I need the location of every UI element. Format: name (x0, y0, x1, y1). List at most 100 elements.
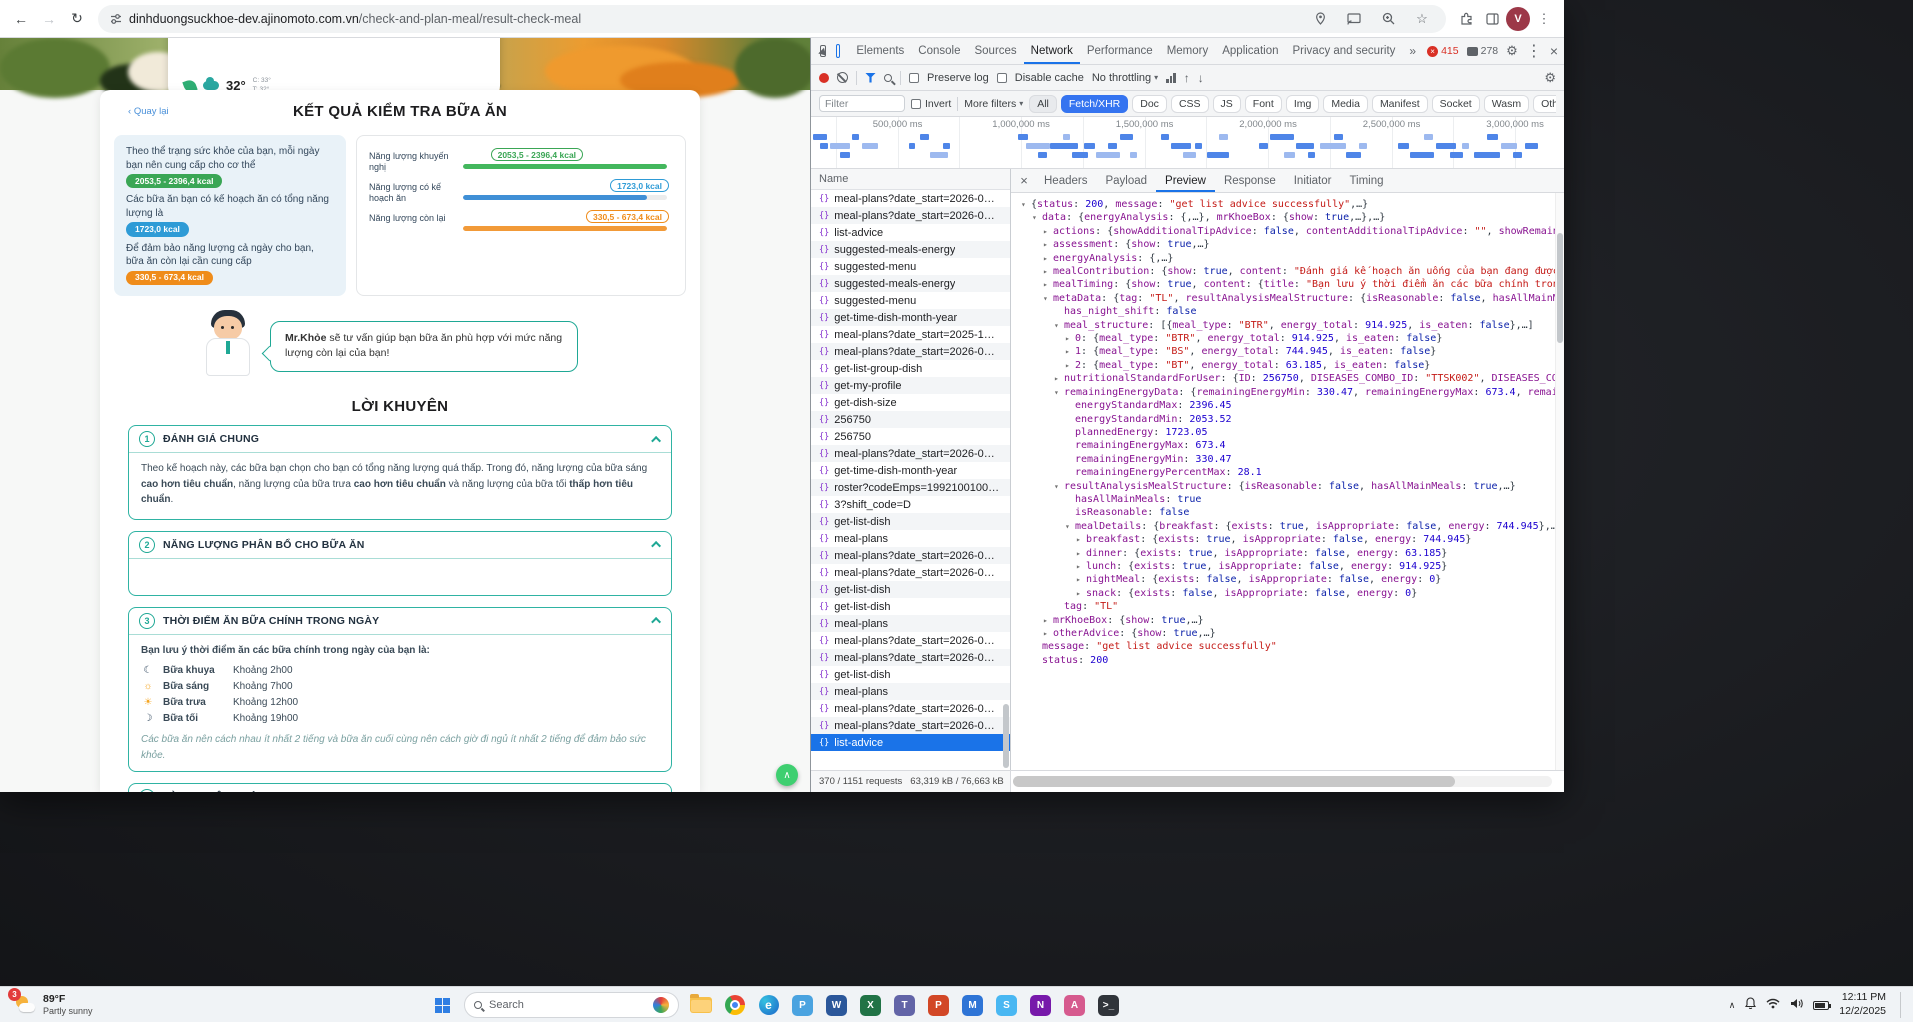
network-request-row[interactable]: {} 256750 (811, 428, 1010, 445)
issues-badge[interactable]: 278 (1466, 45, 1498, 57)
advice-section-header[interactable]: 1 ĐÁNH GIÁ CHUNG (129, 426, 671, 454)
disclosure-triangle-icon[interactable]: ▸ (1043, 238, 1053, 251)
disclosure-triangle-icon[interactable]: ▾ (1054, 386, 1064, 399)
network-filter-input[interactable] (819, 95, 905, 112)
detail-tab-timing[interactable]: Timing (1340, 169, 1392, 192)
wifi-icon[interactable] (1766, 996, 1780, 1014)
network-request-row[interactable]: {} meal-plans (811, 530, 1010, 547)
devtools-settings-icon[interactable]: ⚙ (1506, 43, 1518, 59)
devtools-menu-icon[interactable]: ⋮ (1526, 41, 1542, 61)
reload-button[interactable]: ↻ (64, 6, 90, 32)
network-request-row[interactable]: {} get-time-dish-month-year (811, 309, 1010, 326)
disclosure-triangle-icon[interactable]: ▾ (1054, 319, 1064, 332)
volume-icon[interactable] (1790, 996, 1804, 1014)
tray-overflow-chevron-icon[interactable]: ∧ (1729, 1000, 1736, 1011)
network-request-row[interactable]: {} meal-plans?date_start=2026-02-01&… (811, 717, 1010, 734)
taskbar-mail-icon[interactable]: M (959, 992, 986, 1019)
detail-tab-headers[interactable]: Headers (1035, 169, 1096, 192)
network-request-row[interactable]: {} meal-plans?date_start=2026-02-01&… (811, 564, 1010, 581)
taskbar-powerpoint-icon[interactable]: P (925, 992, 952, 1019)
more-filters-dropdown[interactable]: More filters ▾ (964, 98, 1023, 110)
network-request-row[interactable]: {} suggested-menu (811, 292, 1010, 309)
disclosure-triangle-icon[interactable]: ▸ (1043, 225, 1053, 238)
disclosure-triangle-icon[interactable]: ▸ (1076, 533, 1086, 546)
network-request-row[interactable]: {} meal-plans?date_start=2025-12-01&… (811, 326, 1010, 343)
detail-tab-response[interactable]: Response (1215, 169, 1285, 192)
network-request-row[interactable]: {} suggested-meals-energy (811, 241, 1010, 258)
devtools-close-icon[interactable]: × (1550, 43, 1558, 59)
taskbar-onenote-icon[interactable]: N (1027, 992, 1054, 1019)
taskbar-store-icon[interactable]: S (993, 992, 1020, 1019)
export-har-icon[interactable]: ↓ (1198, 71, 1204, 85)
disclosure-triangle-icon[interactable]: ▸ (1076, 587, 1086, 600)
throttling-dropdown[interactable]: No throttling ▾ (1092, 72, 1158, 84)
filter-chip-css[interactable]: CSS (1170, 94, 1209, 113)
inspect-element-icon[interactable] (820, 45, 826, 57)
detail-tab-payload[interactable]: Payload (1096, 169, 1156, 192)
disclosure-triangle-icon[interactable]: ▸ (1076, 560, 1086, 573)
address-bar[interactable]: dinhduongsuckhoe-dev.ajinomoto.com.vn/ch… (98, 4, 1446, 33)
devtools-tab-console[interactable]: Console (911, 38, 967, 64)
filter-chip-other[interactable]: Other (1533, 94, 1556, 113)
devtools-tab-elements[interactable]: Elements (849, 38, 911, 64)
advice-section-header[interactable]: 4 LỜI KHUYÊN KHÁC (129, 784, 671, 792)
invert-checkbox[interactable] (911, 98, 921, 109)
taskbar-excel-icon[interactable]: X (857, 992, 884, 1019)
taskbar-edge-icon[interactable]: e (755, 992, 782, 1019)
network-request-row[interactable]: {} get-list-dish (811, 598, 1010, 615)
preserve-log-checkbox[interactable] (909, 72, 919, 83)
filter-chip-all[interactable]: All (1029, 94, 1057, 113)
disclosure-triangle-icon[interactable]: ▸ (1043, 265, 1053, 278)
show-desktop-button[interactable] (1900, 992, 1903, 1018)
taskbar-terminal-icon[interactable]: >_ (1095, 992, 1122, 1019)
taskbar-clock[interactable]: 12:11 PM 12/2/2025 (1839, 991, 1886, 1018)
disclosure-triangle-icon[interactable]: ▾ (1054, 480, 1064, 493)
network-conditions-icon[interactable] (1166, 72, 1176, 83)
advice-section-header[interactable]: 2 NĂNG LƯỢNG PHÂN BỔ CHO BỮA ĂN (129, 532, 671, 559)
network-request-row[interactable]: {} get-list-dish (811, 581, 1010, 598)
console-errors-badge[interactable]: × 415 (1427, 45, 1459, 57)
device-toolbar-icon[interactable] (835, 44, 841, 58)
devtools-tab-application[interactable]: Application (1215, 38, 1285, 64)
disclosure-triangle-icon[interactable]: ▸ (1043, 252, 1053, 265)
browser-menu-icon[interactable]: ⋮ (1532, 7, 1556, 31)
network-request-row[interactable]: {} meal-plans?date_start=2026-02-01&… (811, 632, 1010, 649)
taskbar-search[interactable]: Search (464, 992, 679, 1018)
advice-section-header[interactable]: 3 THỜI ĐIỂM ĂN BỮA CHÍNH TRONG NGÀY (129, 608, 671, 635)
network-request-row[interactable]: {} meal-plans?date_start=2026-02-01&… (811, 445, 1010, 462)
filter-chip-media[interactable]: Media (1323, 94, 1368, 113)
network-request-row[interactable]: {} get-my-profile (811, 377, 1010, 394)
disclosure-triangle-icon[interactable]: ▸ (1043, 614, 1053, 627)
taskbar-teams-icon[interactable]: T (891, 992, 918, 1019)
bell-icon[interactable] (1745, 996, 1757, 1014)
network-request-row[interactable]: {} list-advice (811, 734, 1010, 751)
devtools-tab-network[interactable]: Network (1024, 38, 1080, 64)
taskbar-chrome-icon[interactable] (721, 992, 748, 1019)
disclosure-triangle-icon[interactable]: ▸ (1076, 547, 1086, 560)
cast-icon[interactable] (1342, 7, 1366, 31)
disclosure-triangle-icon[interactable]: ▸ (1043, 627, 1053, 640)
filter-icon[interactable] (865, 72, 876, 83)
zoom-icon[interactable] (1376, 7, 1400, 31)
search-network-icon[interactable] (884, 73, 892, 82)
devtools-tab-sources[interactable]: Sources (967, 38, 1023, 64)
disclosure-triangle-icon[interactable]: ▾ (1021, 198, 1031, 211)
back-button[interactable]: ← (8, 6, 34, 32)
side-panel-icon[interactable] (1480, 7, 1504, 31)
network-settings-icon[interactable]: ⚙ (1544, 70, 1556, 86)
network-request-row[interactable]: {} meal-plans?date_start=2026-02-01&… (811, 700, 1010, 717)
network-request-row[interactable]: {} suggested-meals-energy (811, 275, 1010, 292)
back-link[interactable]: ‹ Quay lại (128, 106, 169, 117)
request-list-scrollbar[interactable] (1002, 190, 1010, 770)
network-request-row[interactable]: {} get-list-dish (811, 513, 1010, 530)
disclosure-triangle-icon[interactable]: ▾ (1032, 211, 1042, 224)
import-har-icon[interactable]: ↑ (1184, 71, 1190, 85)
disclosure-triangle-icon[interactable]: ▸ (1065, 345, 1075, 358)
record-network-log-icon[interactable] (819, 72, 829, 83)
network-request-row[interactable]: {} meal-plans?date_start=2026-01-01&… (811, 343, 1010, 360)
network-request-row[interactable]: {} get-list-dish (811, 666, 1010, 683)
profile-avatar[interactable]: V (1506, 6, 1530, 31)
taskbar-file-explorer-icon[interactable] (687, 992, 714, 1019)
disable-cache-checkbox[interactable] (996, 72, 1007, 83)
taskbar-paint-icon[interactable]: A (1061, 992, 1088, 1019)
